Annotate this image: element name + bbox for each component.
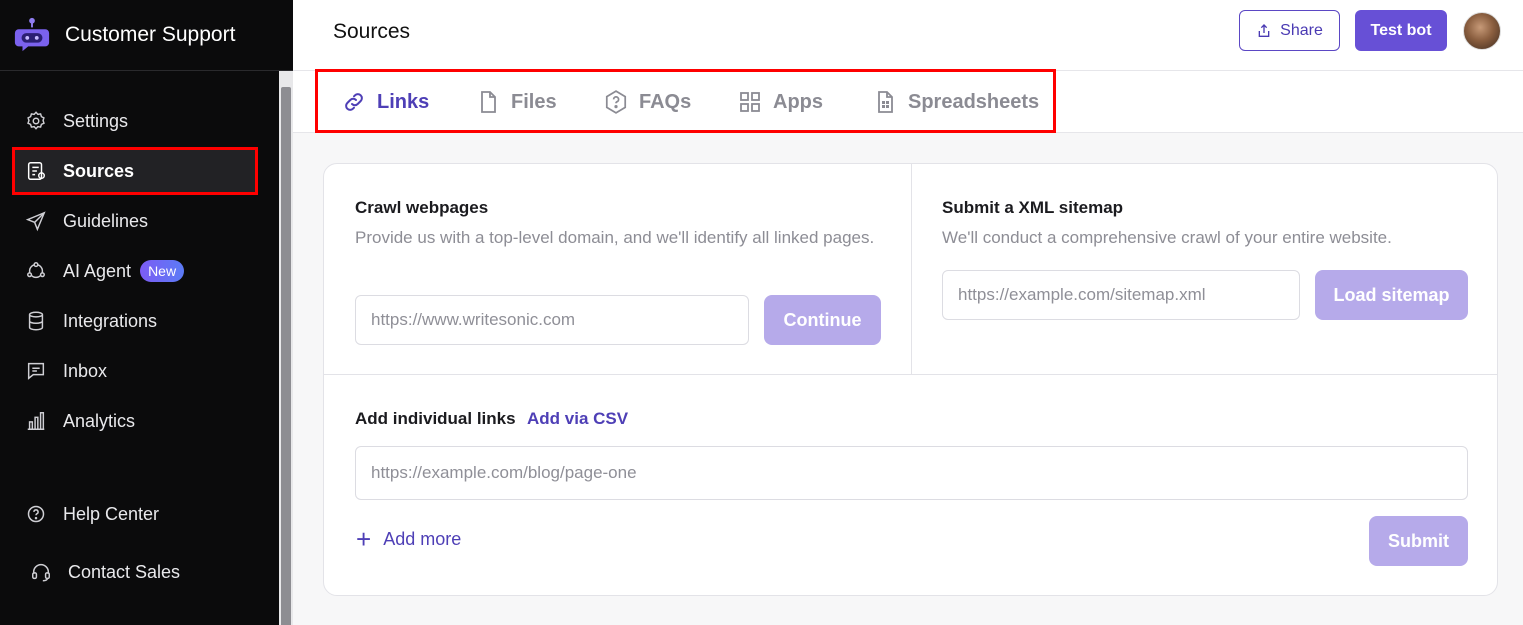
sitemap-input[interactable] <box>942 270 1300 320</box>
apps-grid-icon <box>736 88 764 116</box>
document-icon <box>24 159 48 183</box>
tab-spreadsheets[interactable]: Spreadsheets <box>871 86 1039 118</box>
add-more-button[interactable]: + Add more <box>356 526 461 552</box>
sidebar-item-inbox[interactable]: Inbox <box>12 347 258 395</box>
tab-links[interactable]: Links <box>340 86 429 118</box>
message-icon <box>24 359 48 383</box>
tab-label: Files <box>511 90 557 113</box>
new-badge: New <box>140 260 185 282</box>
share-icon <box>1258 23 1270 37</box>
links-card: Crawl webpages Provide us with a top-lev… <box>323 163 1498 596</box>
sidebar-item-label: Contact Sales <box>68 561 181 582</box>
tab-label: FAQs <box>639 90 692 113</box>
sidebar-item-label: Settings <box>63 110 129 131</box>
sidebar: Settings Sources Guidelines AI Agent New <box>0 0 279 625</box>
sidebar-item-label: Sources <box>63 160 135 181</box>
sidebar-item-contact-sales[interactable]: Contact Sales <box>12 548 258 596</box>
tab-faqs[interactable]: FAQs <box>602 86 691 118</box>
continue-button[interactable]: Continue <box>764 295 881 345</box>
tab-label: Apps <box>773 90 823 113</box>
load-sitemap-button[interactable]: Load sitemap <box>1315 270 1468 320</box>
app-title: Customer Support <box>65 23 236 46</box>
sidebar-item-integrations[interactable]: Integrations <box>12 297 258 345</box>
submit-button[interactable]: Submit <box>1369 516 1468 566</box>
crawl-description: Provide us with a top-level domain, and … <box>355 228 875 247</box>
sidebar-item-label: Inbox <box>63 360 108 381</box>
sidebar-item-label: Help Center <box>63 503 160 524</box>
share-label: Share <box>1280 21 1323 39</box>
source-tabs: Links Files FAQs Apps Spreadsheets <box>293 69 1523 133</box>
spreadsheet-icon <box>871 88 899 116</box>
help-circle-icon <box>24 502 48 526</box>
tab-files[interactable]: Files <box>474 86 557 118</box>
sidebar-item-label: Analytics <box>63 410 136 431</box>
agent-icon <box>24 259 48 283</box>
sidebar-scrollbar[interactable] <box>279 71 293 625</box>
database-icon <box>24 309 48 333</box>
sidebar-item-analytics[interactable]: Analytics <box>12 397 258 445</box>
sidebar-item-sources[interactable]: Sources <box>12 147 258 195</box>
horizontal-divider <box>324 374 1497 375</box>
sidebar-item-label: AI Agent <box>63 260 132 281</box>
tab-apps[interactable]: Apps <box>736 86 823 118</box>
link-icon <box>340 88 368 116</box>
chart-icon <box>24 409 48 433</box>
individual-link-input[interactable] <box>355 446 1468 500</box>
sidebar-item-label: Guidelines <box>63 210 149 231</box>
sidebar-item-settings[interactable]: Settings <box>12 97 258 145</box>
gear-icon <box>24 109 48 133</box>
bot-logo-icon <box>12 15 52 55</box>
add-more-label: Add more <box>383 528 462 549</box>
tab-label: Spreadsheets <box>908 90 1040 113</box>
plus-icon: + <box>356 524 372 554</box>
sitemap-description: We'll conduct a comprehensive crawl of y… <box>942 228 1392 247</box>
domain-input[interactable] <box>355 295 749 345</box>
test-bot-button[interactable]: Test bot <box>1355 10 1447 51</box>
page-title: Sources <box>333 20 411 43</box>
scrollbar-thumb[interactable] <box>281 87 291 625</box>
sidebar-item-label: Integrations <box>63 310 158 331</box>
file-icon <box>474 88 502 116</box>
sidebar-item-ai-agent[interactable]: AI Agent New <box>12 247 258 295</box>
crawl-title: Crawl webpages <box>355 198 489 217</box>
brand-header: Customer Support <box>0 0 293 71</box>
individual-links-title: Add individual links <box>355 409 516 428</box>
share-button[interactable]: Share <box>1239 10 1340 51</box>
question-hexagon-icon <box>602 88 630 116</box>
sidebar-item-guidelines[interactable]: Guidelines <box>12 197 258 245</box>
tab-label: Links <box>377 90 430 113</box>
send-icon <box>24 209 48 233</box>
sitemap-title: Submit a XML sitemap <box>942 198 1124 217</box>
add-via-csv-link[interactable]: Add via CSV <box>527 409 628 429</box>
headset-icon <box>29 560 53 584</box>
avatar[interactable] <box>1463 12 1501 50</box>
top-bar: Sources Share Test bot <box>293 0 1523 71</box>
vertical-divider <box>911 164 912 374</box>
sidebar-item-help-center[interactable]: Help Center <box>12 490 258 538</box>
